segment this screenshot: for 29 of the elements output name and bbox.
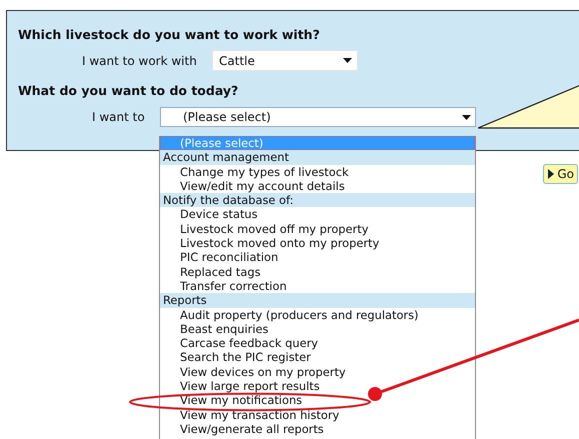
dropdown-option[interactable]: View/generate all reports <box>180 422 324 436</box>
dropdown-option[interactable]: Livestock moved onto my property <box>180 236 380 250</box>
play-icon <box>548 169 554 179</box>
dropdown-option[interactable]: Transfer correction <box>180 278 287 294</box>
dropdown-option[interactable]: View devices on my property <box>180 364 346 380</box>
option-group-header: Reports <box>160 293 475 308</box>
task-select[interactable]: (Please select) <box>160 107 476 127</box>
dropdown-option[interactable]: Beast enquiries <box>180 322 268 336</box>
dropdown-option[interactable]: Device status <box>180 207 258 222</box>
dropdown-option[interactable]: Replaced tags <box>180 264 261 279</box>
dropdown-option[interactable]: Carcase feedback query <box>180 336 318 350</box>
livestock-select[interactable]: Cattle <box>212 50 358 71</box>
dropdown-option[interactable]: View my transaction history <box>180 408 340 422</box>
section-heading: Which livestock do you want to work with? <box>18 27 321 42</box>
dropdown-option[interactable]: Search the PIC register <box>180 350 311 365</box>
option-group-header: Notify the database of: <box>160 193 475 208</box>
dropdown-option[interactable]: Change my types of livestock <box>180 164 349 179</box>
caret-icon <box>462 114 471 120</box>
go-button[interactable]: Go <box>543 164 578 184</box>
caret-icon <box>343 58 352 63</box>
dropdown-option[interactable]: View large report results <box>180 379 320 394</box>
option-group-header: Account management <box>160 150 475 165</box>
dropdown-option[interactable]: View/edit my account details <box>180 178 345 194</box>
field-label: I want to <box>92 110 146 124</box>
section-heading: What do you want to do today? <box>18 83 240 98</box>
dropdown-option[interactable]: Livestock moved off my property <box>180 222 368 236</box>
dropdown-option[interactable]: Audit property (producers and regulators) <box>180 308 418 322</box>
field-label: I want to work with <box>82 54 198 68</box>
dropdown-option[interactable]: PIC reconciliation <box>180 250 278 265</box>
